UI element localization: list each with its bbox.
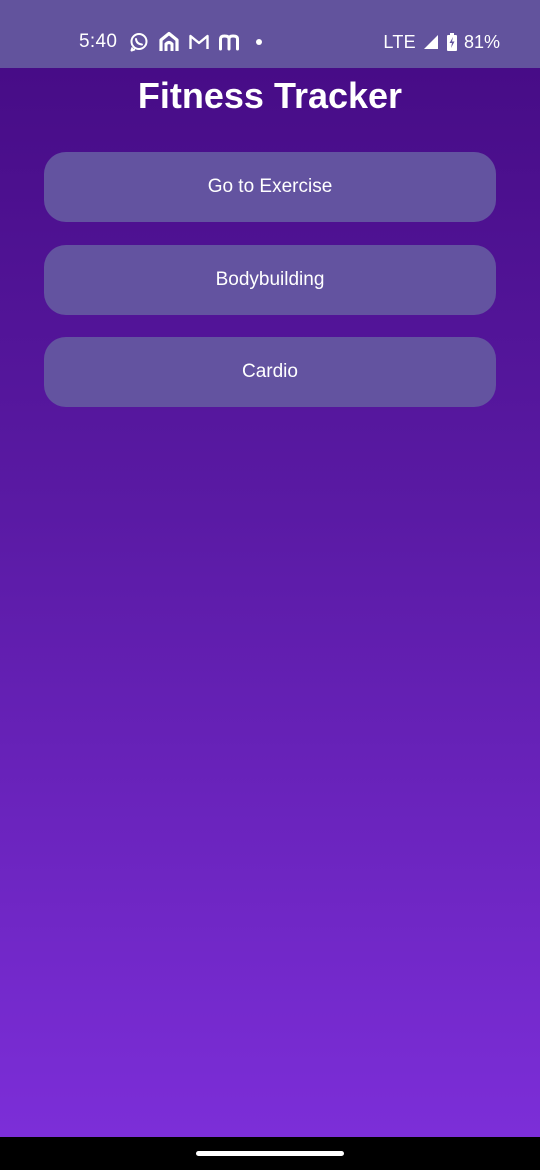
- home-gesture-handle[interactable]: [196, 1151, 344, 1156]
- status-left: 5:40: [79, 28, 263, 56]
- battery-percentage: 81%: [463, 31, 500, 52]
- cardio-button[interactable]: Cardio: [44, 337, 496, 407]
- bodybuilding-button[interactable]: Bodybuilding: [44, 245, 496, 315]
- gmail-icon: [188, 31, 210, 53]
- status-bar: 5:40 LTE 81%: [0, 0, 540, 68]
- page-title: Fitness Tracker: [137, 75, 403, 116]
- app-screen: 5:40 LTE 81% Fitness Tracker Go to Exerc…: [0, 0, 540, 1170]
- m-app-icon: [218, 31, 240, 53]
- network-type: LTE: [383, 31, 416, 52]
- go-to-exercise-button[interactable]: Go to Exercise: [44, 152, 496, 222]
- signal-icon: [422, 31, 440, 53]
- navigation-bar: [0, 1137, 540, 1170]
- status-right: LTE 81%: [383, 28, 500, 56]
- more-notifications-dot: [256, 39, 263, 45]
- status-time: 5:40: [79, 31, 118, 52]
- battery-charging-icon: [446, 31, 458, 53]
- whatsapp-icon: [128, 31, 150, 53]
- home-app-icon: [158, 31, 180, 53]
